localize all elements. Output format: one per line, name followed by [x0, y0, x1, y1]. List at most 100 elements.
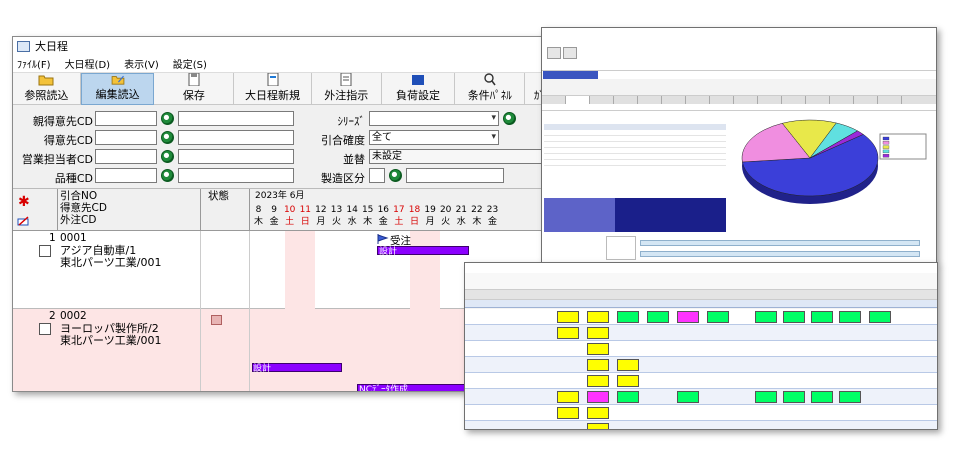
weekday: 木 [253, 217, 263, 227]
tab[interactable] [806, 96, 830, 104]
parent-customer-code-input[interactable] [95, 111, 157, 126]
process-box[interactable] [557, 327, 579, 339]
process-box[interactable] [839, 311, 861, 323]
process-box[interactable] [677, 311, 699, 323]
process-box[interactable] [557, 407, 579, 419]
inquiry-certainty-select[interactable]: 全て ▾ [369, 130, 499, 145]
menu-schedule[interactable]: 大日程(D) [65, 56, 111, 71]
product-type-code-input[interactable] [95, 168, 157, 183]
table-row[interactable] [465, 373, 937, 389]
manufacturing-type-code-input[interactable] [369, 168, 385, 183]
tab[interactable] [542, 96, 566, 104]
process-box[interactable] [839, 391, 861, 403]
window-titlebar: 大日程 [13, 37, 559, 55]
table-row[interactable] [544, 137, 726, 142]
menu-view[interactable]: 表示(V) [124, 56, 159, 71]
tab[interactable] [878, 96, 902, 104]
tab[interactable] [566, 96, 590, 104]
save-button[interactable]: 保存 [154, 73, 235, 105]
process-box[interactable] [617, 391, 639, 403]
table-row[interactable] [544, 161, 726, 166]
product-type-name-input[interactable] [178, 168, 294, 183]
table-row[interactable] [544, 131, 726, 136]
tab[interactable] [614, 96, 638, 104]
search-icon[interactable] [161, 112, 174, 125]
process-box[interactable] [587, 423, 609, 429]
table-row[interactable] [465, 309, 937, 325]
tab[interactable] [686, 96, 710, 104]
customer-code-input[interactable] [95, 130, 157, 145]
process-box[interactable] [755, 311, 777, 323]
process-box[interactable] [617, 359, 639, 371]
process-box[interactable] [587, 407, 609, 419]
process-box[interactable] [587, 343, 609, 355]
menu-settings[interactable]: 設定(S) [173, 56, 207, 71]
table-row[interactable] [465, 357, 937, 373]
customer-name-input[interactable] [178, 130, 294, 145]
weekday: 水 [347, 217, 357, 227]
svg-text:✱: ✱ [18, 195, 30, 207]
series-select[interactable]: ▾ [369, 111, 499, 126]
tab[interactable] [782, 96, 806, 104]
process-box[interactable] [557, 311, 579, 323]
row-checkbox[interactable] [39, 245, 51, 257]
process-box[interactable] [811, 391, 833, 403]
table-row[interactable] [544, 155, 726, 160]
process-box[interactable] [617, 375, 639, 387]
process-box[interactable] [587, 391, 609, 403]
process-box[interactable] [783, 391, 805, 403]
tab[interactable] [854, 96, 878, 104]
sales-rep-name-input[interactable] [178, 149, 294, 164]
sort-field[interactable]: 未設定 [369, 149, 555, 164]
asterisk-icon[interactable]: ✱ [17, 195, 31, 207]
search-icon[interactable] [161, 150, 174, 163]
process-box[interactable] [647, 311, 669, 323]
process-box[interactable] [587, 311, 609, 323]
tab[interactable] [830, 96, 854, 104]
table-row[interactable] [465, 325, 937, 341]
process-box[interactable] [587, 359, 609, 371]
day-number: 15 [361, 205, 374, 215]
table-row[interactable] [544, 143, 726, 148]
process-box[interactable] [677, 391, 699, 403]
toolbar-button[interactable] [547, 47, 561, 59]
tab[interactable] [638, 96, 662, 104]
process-box[interactable] [587, 375, 609, 387]
process-box[interactable] [755, 391, 777, 403]
tab[interactable] [710, 96, 734, 104]
outsource-order-button[interactable]: 外注指示 [312, 73, 382, 105]
menu-file[interactable]: ﾌｧｲﾙ(F) [17, 56, 51, 71]
tab[interactable] [758, 96, 782, 104]
table-row[interactable] [465, 389, 937, 405]
process-box[interactable] [557, 391, 579, 403]
row-checkbox[interactable] [39, 323, 51, 335]
process-box[interactable] [811, 311, 833, 323]
process-box[interactable] [707, 311, 729, 323]
table-row[interactable] [465, 421, 937, 429]
search-icon[interactable] [503, 112, 516, 125]
edit-row-icon[interactable] [17, 215, 31, 227]
search-icon[interactable] [389, 169, 402, 182]
edit-load-button[interactable]: 編集読込 [80, 73, 155, 105]
tab[interactable] [662, 96, 686, 104]
sales-rep-code-input[interactable] [95, 149, 157, 164]
new-schedule-button[interactable]: 大日程新規 [234, 73, 312, 105]
toolbar-button[interactable] [563, 47, 577, 59]
process-box[interactable] [587, 327, 609, 339]
process-box[interactable] [869, 311, 891, 323]
process-box[interactable] [783, 311, 805, 323]
table-row[interactable] [544, 149, 726, 154]
load-setting-button[interactable]: 負荷設定 [382, 73, 456, 105]
search-icon[interactable] [161, 131, 174, 144]
manufacturing-type-name-input[interactable] [406, 168, 504, 183]
reference-load-button[interactable]: 参照読込 [13, 73, 81, 105]
tab[interactable] [590, 96, 614, 104]
table-row[interactable] [465, 341, 937, 357]
condition-panel-button[interactable]: 条件ﾊﾟﾈﾙ [455, 73, 526, 105]
series-label: ｼﾘｰｽﾞ [337, 115, 366, 128]
table-row[interactable] [465, 405, 937, 421]
parent-customer-name-input[interactable] [178, 111, 294, 126]
process-box[interactable] [617, 311, 639, 323]
tab[interactable] [734, 96, 758, 104]
search-icon[interactable] [161, 169, 174, 182]
